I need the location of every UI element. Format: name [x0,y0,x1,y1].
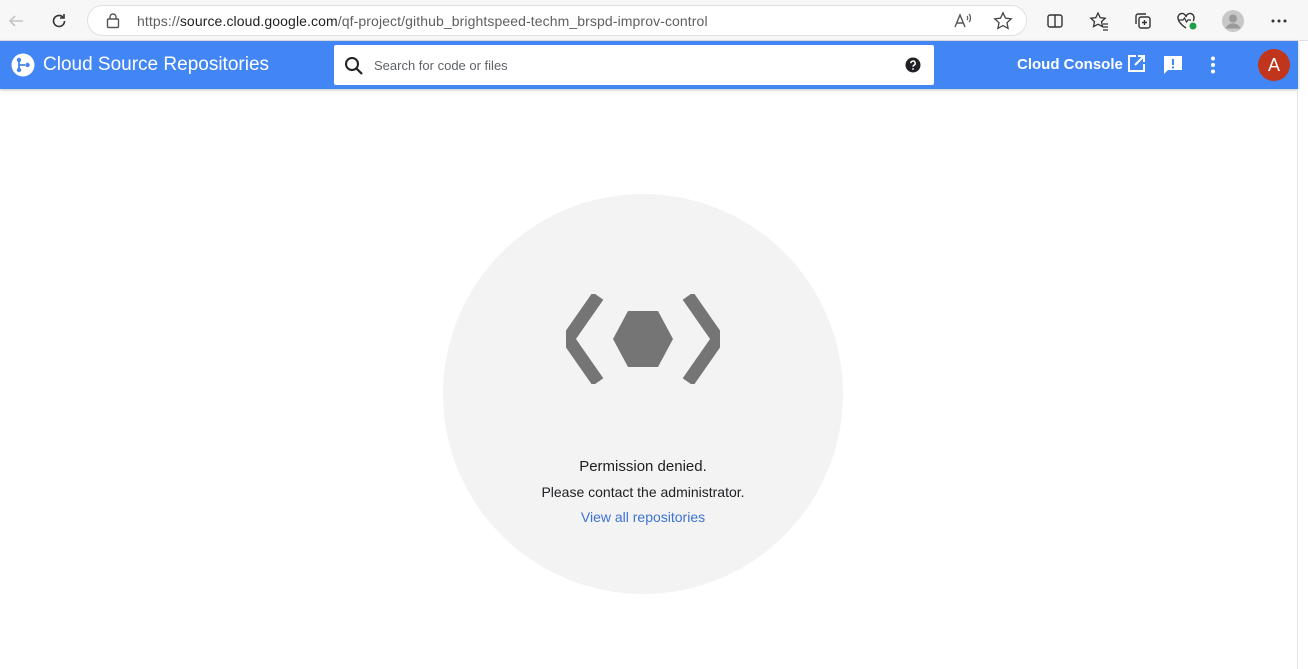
refresh-button[interactable] [46,8,72,34]
view-all-repositories-link[interactable]: View all repositories [443,509,843,525]
repository-icon [566,294,720,384]
empty-state-circle [443,194,843,594]
feedback-icon [1164,56,1182,74]
search-icon [345,57,363,75]
search-input[interactable] [372,45,892,85]
help-icon[interactable] [905,57,921,73]
permission-denied-title: Permission denied. [579,458,707,475]
settings-more-button[interactable] [1267,9,1291,33]
url-text[interactable]: https://source.cloud.google.com/qf-proje… [137,13,708,29]
cloud-console-link[interactable]: Cloud Console [1017,54,1146,74]
profile-button[interactable] [1221,9,1245,33]
profile-icon [1222,10,1244,32]
heart-pulse-icon [1177,12,1197,30]
star-icon [993,11,1013,30]
window-edge [1297,89,1308,669]
browser-toolbar: https://source.cloud.google.com/qf-proje… [0,0,1308,41]
more-vertical-icon [1211,56,1215,74]
app-header: Cloud Source Repositories Cloud Console [0,41,1298,89]
split-screen-button[interactable] [1043,9,1067,33]
cloud-source-repositories-logo-icon[interactable] [11,53,35,77]
more-horizontal-icon [1271,19,1287,23]
favorites-button[interactable] [1087,9,1111,33]
favorite-button[interactable] [992,10,1014,32]
favorites-star-icon [1089,11,1108,31]
split-screen-icon [1047,14,1063,28]
cloud-console-label: Cloud Console [1017,55,1123,73]
collections-icon [1135,13,1151,29]
lock-icon [106,13,120,29]
collections-button[interactable] [1131,9,1155,33]
url-domain: source.cloud.google.com [179,13,338,29]
read-aloud-button[interactable] [952,10,974,32]
app-title[interactable]: Cloud Source Repositories [43,54,269,76]
address-bar[interactable]: https://source.cloud.google.com/qf-proje… [87,5,1027,36]
feedback-button[interactable] [1161,53,1185,77]
url-prefix: https:// [137,13,180,29]
read-aloud-icon [954,13,972,28]
search-box[interactable] [334,45,934,85]
refresh-icon [52,14,66,28]
url-path: /qf-project/github_brightspeed-techm_brs… [337,13,708,29]
more-options-button[interactable] [1201,53,1225,77]
back-button[interactable] [3,8,29,34]
open-in-new-icon [1127,55,1145,72]
back-arrow-icon [8,15,23,27]
account-avatar[interactable]: A [1258,49,1290,81]
permission-denied-message: Please contact the administrator. [541,484,745,500]
browser-essentials-button[interactable] [1175,9,1199,33]
